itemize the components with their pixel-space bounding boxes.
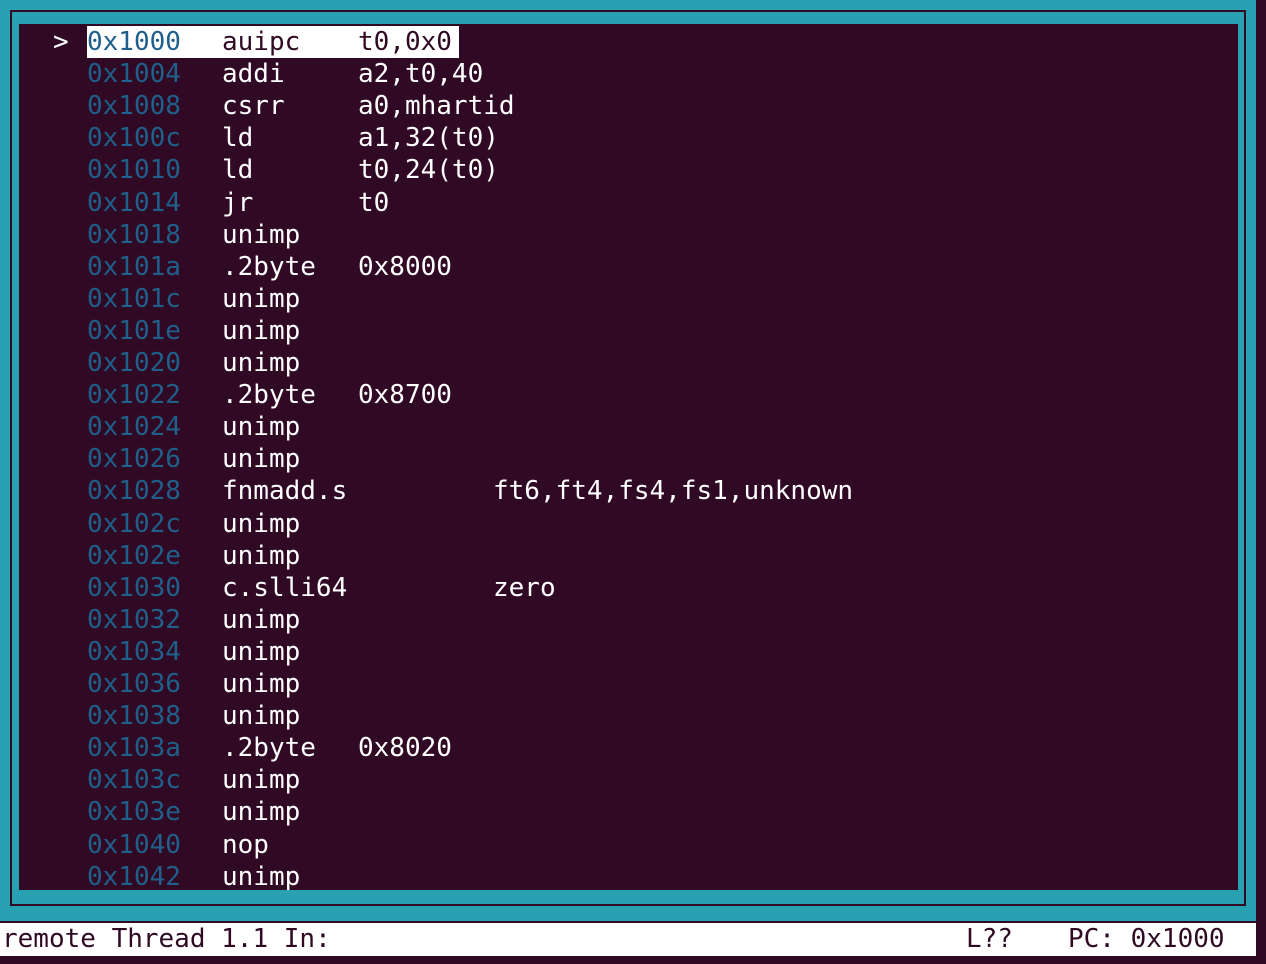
asm-operands: t0,0x0 [358,27,452,57]
asm-address: 0x103c [87,765,181,796]
asm-mnemonic: c.slli64 [222,572,348,603]
asm-operands: a2,t0,40 [358,59,484,90]
asm-mnemonic: unimp [222,219,301,250]
asm-operands: a1,32(t0) [358,123,499,154]
asm-address: 0x1030 [87,572,181,603]
asm-mnemonic: unimp [222,636,301,667]
asm-mnemonic: unimp [222,283,301,314]
status-bar: remote Thread 1.1 In: L?? PC: 0x1000 [0,923,1256,956]
asm-mnemonic: unimp [222,444,301,475]
asm-mnemonic: unimp [222,540,301,571]
asm-address: 0x1018 [87,219,181,250]
asm-address: 0x1026 [87,444,181,475]
asm-address: 0x1000 [87,27,181,57]
asm-address: 0x1038 [87,701,181,732]
asm-address: 0x100c [87,123,181,154]
asm-address: 0x1022 [87,380,181,411]
asm-address: 0x1020 [87,348,181,378]
asm-address: 0x1042 [87,861,181,890]
asm-address: 0x1010 [87,155,181,186]
asm-mnemonic: unimp [222,604,301,635]
asm-address: 0x102c [87,508,181,539]
asm-address: 0x1040 [87,829,181,860]
asm-address: 0x102e [87,540,181,571]
asm-operands: a0,mhartid [358,91,515,122]
asm-mnemonic: unimp [222,797,301,828]
asm-address: 0x1014 [87,187,181,218]
terminal-edge [1256,0,1266,964]
asm-address: 0x1032 [87,604,181,635]
asm-mnemonic: unimp [222,765,301,796]
asm-mnemonic: .2byte [222,733,316,764]
asm-mnemonic: fnmadd.s [222,476,348,507]
asm-mnemonic: unimp [222,669,301,699]
asm-address: 0x103e [87,797,181,828]
asm-operands: t0,24(t0) [358,155,499,186]
asm-operands: 0x8700 [358,380,452,411]
asm-mnemonic: jr [222,187,254,218]
asm-operands: 0x8020 [358,733,452,764]
asm-mnemonic: unimp [222,508,301,539]
asm-operands: t0 [358,187,390,218]
asm-mnemonic: ld [222,155,254,186]
asm-mnemonic: unimp [222,701,301,732]
asm-address: 0x101c [87,283,181,314]
asm-address: 0x101e [87,315,181,346]
asm-mnemonic: .2byte [222,380,316,411]
asm-mnemonic: csrr [222,91,285,122]
asm-mnemonic: addi [222,59,285,90]
disassembly-pane[interactable]: >0x1000 auipc t0,0x0 0x1004 addi a2,t0,40 0x10… [19,24,1238,890]
asm-window-frame: >0x1000 auipc t0,0x0 0x1004 addi a2,t0,40 0x10… [0,0,1256,921]
asm-mnemonic: .2byte [222,251,316,282]
asm-address: 0x1024 [87,412,181,443]
asm-address: 0x1036 [87,669,181,699]
asm-operands: ft6,ft4,fs4,fs1,unknown [493,476,854,507]
asm-operands: zero [493,572,556,603]
asm-mnemonic: unimp [222,315,301,346]
asm-address: 0x1034 [87,636,181,667]
asm-address: 0x1004 [87,59,181,90]
asm-address: 0x1028 [87,476,181,507]
asm-operands: 0x8000 [358,251,452,282]
asm-address: 0x103a [87,733,181,764]
asm-mnemonic: unimp [222,412,301,443]
status-target-info: remote Thread 1.1 In: [2,924,331,954]
asm-address: 0x1008 [87,91,181,122]
status-line-number: L?? [966,924,1013,954]
asm-mnemonic: unimp [222,861,301,890]
pc-marker-icon: > [53,27,69,57]
asm-mnemonic: auipc [222,27,301,57]
asm-mnemonic: ld [222,123,254,154]
asm-address: 0x101a [87,251,181,282]
asm-mnemonic: nop [222,829,269,860]
asm-mnemonic: unimp [222,348,301,378]
status-program-counter: PC: 0x1000 [1068,924,1225,954]
